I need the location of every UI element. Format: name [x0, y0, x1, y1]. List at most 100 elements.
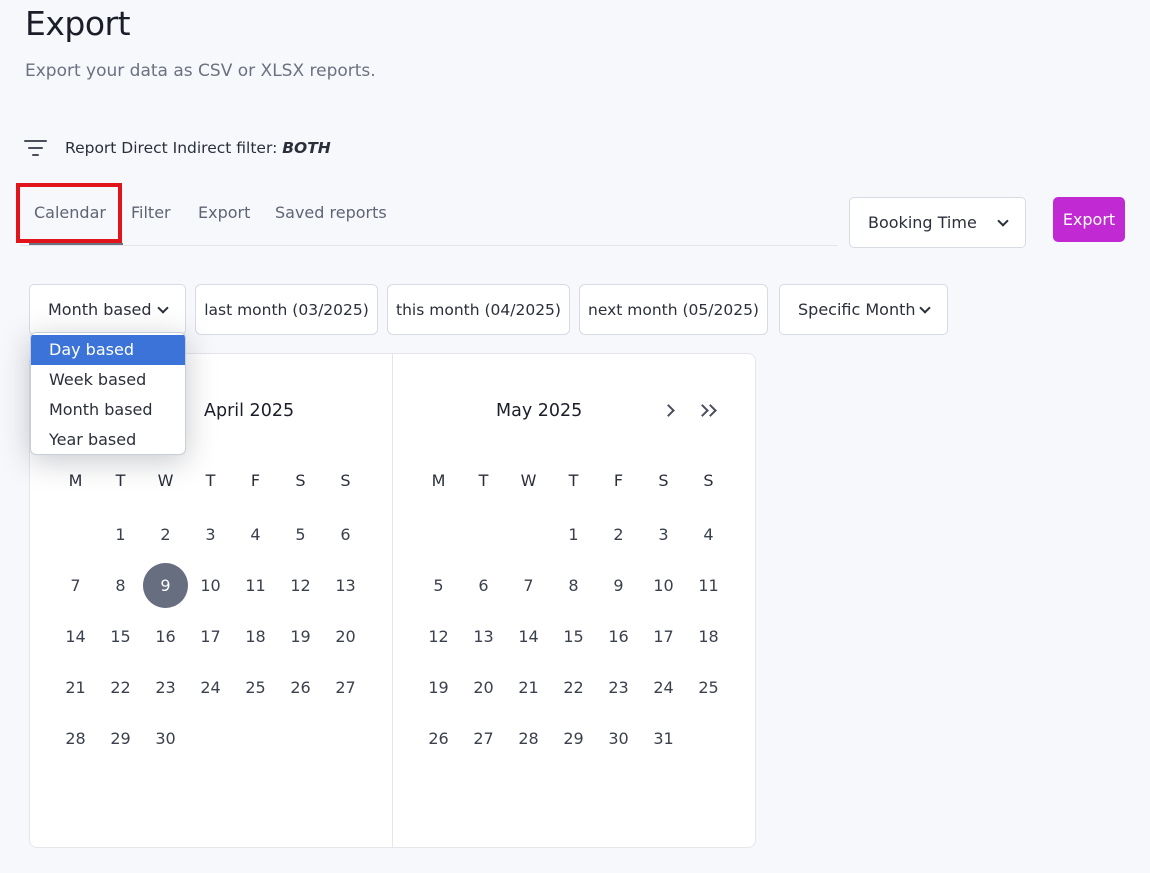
calendar-day[interactable]: 2 [596, 512, 641, 557]
calendar-day[interactable]: 24 [188, 665, 233, 710]
calendar-day[interactable]: 21 [506, 665, 551, 710]
filter-summary: Report Direct Indirect filter: BOTH [24, 136, 331, 160]
period-mode-dropdown: Day based Week based Month based Year ba… [30, 332, 186, 455]
calendar-day[interactable]: 20 [323, 614, 368, 659]
calendar-day[interactable]: 17 [641, 614, 686, 659]
calendar-day[interactable]: 7 [53, 563, 98, 608]
specific-period-select[interactable]: Specific Month [779, 284, 948, 335]
calendar-day[interactable]: 8 [98, 563, 143, 608]
dropdown-option-day-based[interactable]: Day based [31, 335, 185, 365]
calendar-day[interactable]: 19 [416, 665, 461, 710]
calendar-day[interactable]: 27 [461, 716, 506, 761]
calendar-day[interactable]: 10 [641, 563, 686, 608]
weekday-label: S [703, 471, 714, 490]
calendar-day[interactable]: 9 [596, 563, 641, 608]
weekday-label: W [520, 471, 537, 490]
calendar-day-selected[interactable]: 9 [143, 563, 188, 608]
calendar-day[interactable]: 25 [686, 665, 731, 710]
month-title-april: April 2025 [204, 401, 295, 421]
month-title-may: May 2025 [496, 401, 583, 421]
calendar-day[interactable]: 13 [323, 563, 368, 608]
weekday-label: T [478, 471, 489, 490]
calendar-day[interactable]: 27 [323, 665, 368, 710]
calendar-day[interactable]: 2 [143, 512, 188, 557]
next-year-icon[interactable] [696, 399, 720, 423]
next-month-button[interactable]: next month (05/2025) [579, 284, 768, 335]
active-tab-indicator [29, 243, 123, 245]
weekday-label: F [613, 471, 624, 490]
calendar-day[interactable]: 12 [416, 614, 461, 659]
filter-label: Report Direct Indirect filter: BOTH [65, 139, 331, 157]
last-month-button[interactable]: last month (03/2025) [195, 284, 378, 335]
calendar-day[interactable]: 19 [278, 614, 323, 659]
calendar-day[interactable]: 10 [188, 563, 233, 608]
calendar-day[interactable]: 5 [416, 563, 461, 608]
calendar-day[interactable]: 11 [686, 563, 731, 608]
calendar-day[interactable]: 28 [506, 716, 551, 761]
weekday-label: S [658, 471, 669, 490]
calendar-day[interactable]: 20 [461, 665, 506, 710]
calendar-day[interactable]: 23 [596, 665, 641, 710]
calendar-day[interactable]: 4 [686, 512, 731, 557]
calendar-day[interactable]: 23 [143, 665, 188, 710]
calendar-day[interactable]: 4 [233, 512, 278, 557]
calendar-day[interactable]: 15 [98, 614, 143, 659]
chevron-down-icon [157, 302, 169, 314]
this-month-button[interactable]: this month (04/2025) [387, 284, 570, 335]
filter-value: BOTH [282, 139, 331, 157]
calendar-day[interactable]: 12 [278, 563, 323, 608]
calendar-day[interactable]: 18 [686, 614, 731, 659]
export-button[interactable]: Export [1053, 197, 1125, 242]
time-field-select-value: Booking Time [868, 213, 977, 232]
dropdown-option-week-based[interactable]: Week based [31, 365, 185, 395]
tab-filter[interactable]: Filter [131, 203, 171, 222]
period-mode-select[interactable]: Month based [29, 284, 186, 335]
calendar-day[interactable]: 1 [551, 512, 596, 557]
calendar-day[interactable]: 25 [233, 665, 278, 710]
weekday-label: M [431, 471, 446, 490]
calendar-day[interactable]: 17 [188, 614, 233, 659]
calendar-day[interactable]: 30 [596, 716, 641, 761]
filter-lines-icon[interactable] [24, 136, 48, 160]
calendar-day[interactable]: 14 [506, 614, 551, 659]
calendar-day[interactable]: 11 [233, 563, 278, 608]
calendar-day[interactable]: 22 [551, 665, 596, 710]
calendar-day[interactable]: 16 [596, 614, 641, 659]
calendar-day[interactable]: 21 [53, 665, 98, 710]
calendar-day[interactable]: 29 [98, 716, 143, 761]
calendar-day[interactable]: 3 [188, 512, 233, 557]
export-page: Export Export your data as CSV or XLSX r… [0, 0, 1150, 873]
dropdown-option-month-based[interactable]: Month based [31, 395, 185, 425]
calendar-day[interactable]: 14 [53, 614, 98, 659]
tab-bar: Calendar Filter Export Saved reports [20, 186, 838, 246]
time-field-select[interactable]: Booking Time [849, 197, 1026, 248]
tab-saved-reports[interactable]: Saved reports [275, 203, 387, 222]
calendar-day[interactable]: 13 [461, 614, 506, 659]
calendar-day[interactable]: 5 [278, 512, 323, 557]
calendar-day[interactable]: 30 [143, 716, 188, 761]
calendar-day[interactable]: 26 [278, 665, 323, 710]
calendar-day[interactable]: 26 [416, 716, 461, 761]
calendar-day[interactable]: 28 [53, 716, 98, 761]
tab-export[interactable]: Export [198, 203, 250, 222]
calendar-day[interactable]: 22 [98, 665, 143, 710]
calendar-day[interactable]: 6 [461, 563, 506, 608]
specific-period-select-value: Specific Month [798, 300, 916, 319]
calendar-day[interactable]: 29 [551, 716, 596, 761]
calendar-day[interactable]: 1 [98, 512, 143, 557]
calendar-day[interactable]: 16 [143, 614, 188, 659]
period-mode-select-value: Month based [48, 300, 152, 319]
next-month-icon[interactable] [662, 399, 684, 423]
calendar-day[interactable]: 18 [233, 614, 278, 659]
weekday-label: M [68, 471, 83, 490]
calendar-day[interactable]: 3 [641, 512, 686, 557]
dropdown-option-year-based[interactable]: Year based [31, 425, 185, 454]
calendar-day[interactable]: 7 [506, 563, 551, 608]
calendar-day[interactable]: 31 [641, 716, 686, 761]
tab-calendar-highlight-box [16, 183, 122, 243]
calendar-day[interactable]: 15 [551, 614, 596, 659]
calendar-day[interactable]: 24 [641, 665, 686, 710]
weekday-label: T [568, 471, 579, 490]
calendar-day[interactable]: 8 [551, 563, 596, 608]
calendar-day[interactable]: 6 [323, 512, 368, 557]
